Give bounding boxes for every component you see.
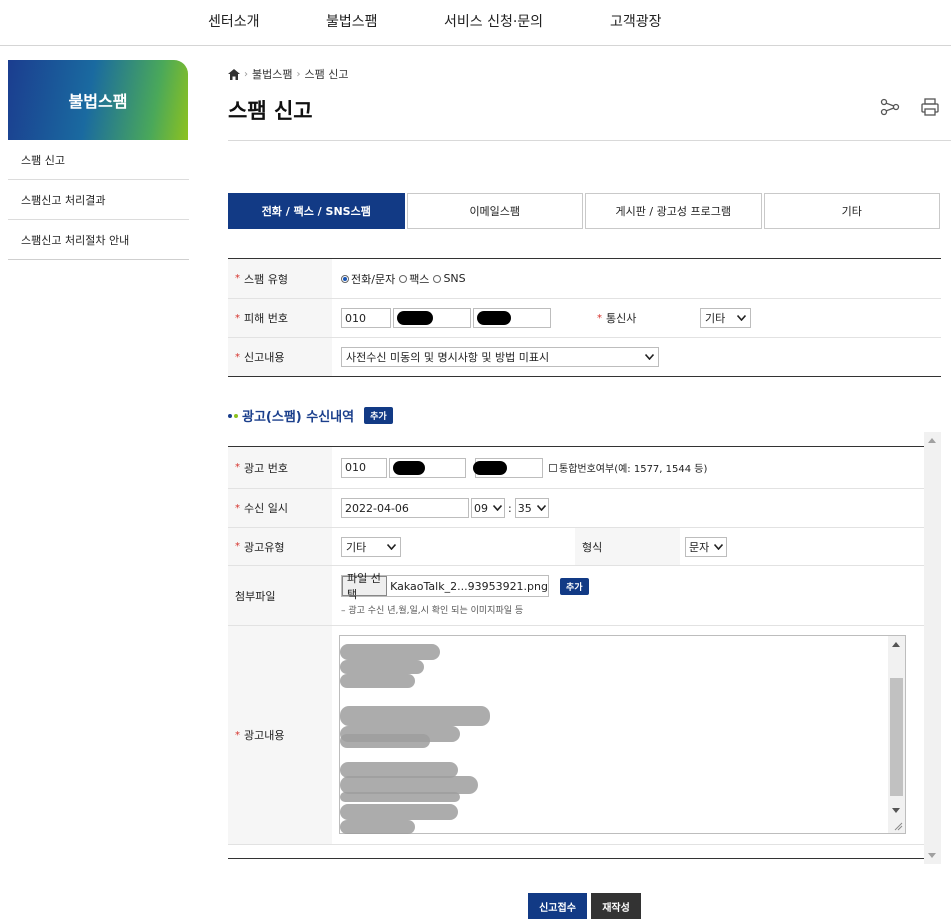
required-mark: *: [235, 729, 240, 741]
chevron-right-icon: ›: [296, 68, 301, 80]
tab-phone-fax-sns[interactable]: 전화 / 팩스 / SNS스팸: [228, 193, 405, 229]
ad-type-row: * 광고유형 기타 형식 문자: [228, 528, 924, 566]
textarea-scrollbar[interactable]: [888, 636, 905, 833]
carrier-select[interactable]: 기타: [700, 308, 751, 328]
received-hour-select[interactable]: 09: [471, 498, 505, 518]
radio-sns[interactable]: SNS: [433, 272, 466, 285]
ad-number-label: * 광고 번호: [228, 447, 332, 488]
ad-content-label: * 광고내용: [228, 626, 332, 844]
sidebar-item-procedure-guide[interactable]: 스팸신고 처리절차 안내: [8, 220, 189, 260]
radio-fax[interactable]: 팩스: [399, 271, 429, 287]
page-title: 스팸 신고: [228, 99, 313, 123]
ad-content-textarea[interactable]: [339, 635, 906, 834]
bullet-dots-icon: [228, 413, 238, 418]
print-icon[interactable]: [920, 97, 940, 117]
scroll-thumb[interactable]: [890, 678, 903, 796]
scroll-down-icon[interactable]: [928, 853, 936, 858]
required-mark: *: [235, 312, 240, 324]
report-content-row: * 신고내용 사전수신 미동의 및 명시사항 및 방법 미표시: [228, 338, 941, 376]
nav-item-service[interactable]: 서비스 신청·문의: [444, 11, 543, 31]
form-actions: 신고접수 재작성: [528, 893, 641, 919]
file-select-button[interactable]: 파일 선택: [342, 572, 388, 601]
required-mark: *: [235, 462, 240, 473]
title-divider: [228, 140, 951, 141]
spam-type-row: * 스팸 유형 전화/문자 팩스 SNS: [228, 259, 941, 299]
scroll-up-icon[interactable]: [892, 642, 900, 647]
victim-number-prefix-input[interactable]: 010: [341, 308, 391, 328]
sidebar-item-spam-report[interactable]: 스팸 신고: [8, 140, 189, 180]
checkbox-icon[interactable]: [549, 463, 557, 472]
chevron-down-icon: [714, 543, 723, 550]
received-section-title: 광고(스팸) 수신내역: [242, 410, 355, 425]
chevron-down-icon: [737, 315, 746, 321]
tab-board-program[interactable]: 게시판 / 광고성 프로그램: [585, 193, 762, 229]
home-icon[interactable]: [228, 68, 240, 80]
resize-grip-icon[interactable]: [894, 822, 903, 831]
victim-number-last-input[interactable]: [473, 308, 551, 328]
breadcrumb-item[interactable]: 스팸 신고: [304, 66, 348, 82]
required-mark: *: [597, 312, 602, 324]
nav-item-center[interactable]: 센터소개: [208, 11, 260, 31]
received-section-header: 광고(스팸) 수신내역 추가: [228, 406, 393, 425]
format-select[interactable]: 문자: [685, 536, 727, 557]
chevron-down-icon: [387, 543, 396, 550]
received-at-label: * 수신 일시: [228, 489, 332, 527]
ad-number-middle-input[interactable]: [389, 457, 466, 478]
chevron-down-icon: [536, 505, 546, 511]
unified-number-checkbox[interactable]: 통합번호여부(예: 1577, 1544 등): [549, 460, 707, 475]
add-received-button[interactable]: 추가: [364, 407, 393, 424]
spam-category-tabs: 전화 / 팩스 / SNS스팸 이메일스팸 게시판 / 광고성 프로그램 기타: [228, 193, 940, 229]
form-bottom-divider: [228, 858, 924, 859]
attachment-label: 첨부파일: [228, 566, 332, 625]
required-mark: *: [235, 541, 240, 552]
received-date-input[interactable]: 2022-04-06: [341, 498, 469, 518]
reset-button[interactable]: 재작성: [591, 893, 641, 919]
required-mark: *: [235, 502, 240, 514]
ad-number-prefix-input[interactable]: 010: [341, 457, 387, 478]
carrier-label: * 통신사: [590, 299, 700, 337]
add-file-button[interactable]: 추가: [560, 577, 589, 595]
nav-item-customer[interactable]: 고객광장: [610, 11, 662, 31]
radio-phone-sms[interactable]: 전화/문자: [341, 271, 395, 287]
report-content-select[interactable]: 사전수신 미동의 및 명시사항 및 방법 미표시: [341, 347, 659, 367]
victim-number-row: * 피해 번호 010 * 통신사 기타: [228, 299, 941, 338]
attachment-hint: – 광고 수신 년,월,일,시 확인 되는 이미지파일 등: [341, 606, 524, 616]
tab-etc[interactable]: 기타: [763, 193, 940, 229]
attachment-row: 첨부파일 파일 선택 KakaoTalk_2...93953921.png 추가…: [228, 566, 924, 626]
spam-type-options: 전화/문자 팩스 SNS: [332, 259, 941, 298]
required-mark: *: [235, 273, 240, 284]
ad-number-row: * 광고 번호 010 통합번호여부(예: 1577, 1544 등): [228, 447, 924, 489]
victim-number-label: * 피해 번호: [228, 299, 332, 337]
scroll-down-icon[interactable]: [892, 808, 900, 813]
ad-type-label: * 광고유형: [228, 528, 332, 565]
tab-email[interactable]: 이메일스팸: [406, 193, 583, 229]
report-form: * 스팸 유형 전화/문자 팩스 SNS * 피해 번호 010 * 통신사 기타 *…: [228, 258, 941, 377]
scroll-up-icon[interactable]: [928, 438, 936, 443]
chevron-down-icon: [645, 354, 654, 360]
breadcrumb-item[interactable]: 불법스팸: [252, 66, 292, 82]
report-content-label: * 신고내용: [228, 338, 332, 376]
top-navigation: 센터소개 불법스팸 서비스 신청·문의 고객광장: [0, 0, 951, 46]
ad-number-last-input[interactable]: [473, 457, 543, 478]
received-minute-select[interactable]: 35: [514, 498, 549, 518]
file-input[interactable]: 파일 선택 KakaoTalk_2...93953921.png: [341, 572, 549, 601]
sidebar-title: 불법스팸: [8, 60, 188, 140]
submit-button[interactable]: 신고접수: [528, 893, 587, 919]
time-separator: :: [508, 501, 512, 515]
file-name: KakaoTalk_2...93953921.png: [390, 579, 548, 593]
breadcrumb: › 불법스팸 › 스팸 신고: [228, 66, 348, 82]
nav-item-illegal-spam[interactable]: 불법스팸: [326, 11, 378, 31]
ad-type-select[interactable]: 기타: [341, 536, 401, 557]
chevron-down-icon: [493, 505, 502, 511]
required-mark: *: [235, 351, 240, 363]
format-label: 형식: [575, 528, 680, 565]
chevron-right-icon: ›: [244, 68, 248, 80]
sidebar-menu: 스팸 신고 스팸신고 처리결과 스팸신고 처리절차 안내: [8, 140, 189, 260]
spam-type-label: * 스팸 유형: [228, 259, 332, 298]
victim-number-middle-input[interactable]: [393, 308, 471, 328]
share-icon[interactable]: [880, 97, 900, 117]
form-scrollbar[interactable]: [924, 432, 941, 864]
sidebar-item-report-results[interactable]: 스팸신고 처리결과: [8, 180, 189, 220]
received-at-row: * 수신 일시 2022-04-06 09 : 35: [228, 489, 924, 528]
